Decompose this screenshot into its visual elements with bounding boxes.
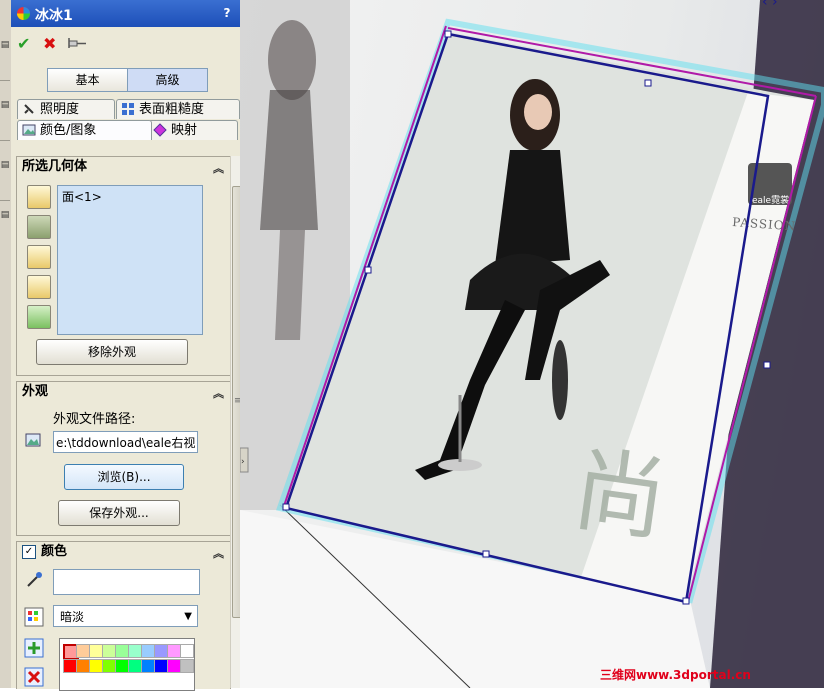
title-bar: 冰冰1 ? xyxy=(11,0,240,27)
color-swatch[interactable] xyxy=(102,644,116,658)
color-swatch[interactable] xyxy=(76,644,90,658)
logo-brand-text: eale霓裳 xyxy=(752,194,789,206)
browse-button[interactable]: 浏览(B)... xyxy=(64,464,184,490)
tab-surface-finish[interactable]: 表面粗糙度 xyxy=(116,99,240,119)
collapse-chevron-icon[interactable]: ︽ xyxy=(213,384,224,404)
remove-color-icon[interactable] xyxy=(24,667,44,687)
watermark: 三维网www.3dportal.cn xyxy=(600,668,751,682)
shade-select-value: 暗淡 xyxy=(60,610,85,624)
kanji-graphic: 尚 xyxy=(567,436,673,555)
lightbulb-icon xyxy=(24,104,34,114)
tab-surface-finish-label: 表面粗糙度 xyxy=(139,102,205,117)
tab-illumination-label: 照明度 xyxy=(40,102,80,117)
property-manager: 冰冰1 ? ✔ ✖ 基本 高级 照明度 表面粗糙度 颜色/图象 映射 所选几何体… xyxy=(11,0,248,691)
mapping-icon xyxy=(153,123,167,137)
image-icon xyxy=(25,433,41,447)
color-swatch[interactable] xyxy=(128,659,142,673)
svg-text:›: › xyxy=(241,457,245,467)
advanced-mode-button[interactable]: 高级 xyxy=(127,68,208,92)
viewport-canvas: eale霓裳 PASSION 尚 ‹ › › xyxy=(240,0,824,688)
appearance-path-label: 外观文件路径: xyxy=(53,412,136,427)
help-button[interactable]: ? xyxy=(220,6,234,20)
appearance-icon xyxy=(17,7,30,20)
svg-text:‹ ›: ‹ › xyxy=(762,0,778,10)
color-swatch[interactable] xyxy=(128,644,142,658)
color-swatch[interactable] xyxy=(76,659,90,673)
ok-button[interactable]: ✔ xyxy=(17,34,30,53)
body-filter-icon[interactable] xyxy=(27,215,51,239)
color-swatch[interactable] xyxy=(167,644,181,658)
palette-icon[interactable] xyxy=(24,607,44,627)
color-swatch[interactable] xyxy=(115,659,129,673)
color-checkbox[interactable]: ✓ xyxy=(22,545,36,559)
side-tab-1[interactable]: ▤ xyxy=(0,40,10,81)
surface-filter-icon[interactable] xyxy=(27,275,51,299)
panel-title: 冰冰1 xyxy=(35,8,73,24)
color-swatch[interactable] xyxy=(63,659,77,673)
selected-geometry-header[interactable]: 所选几何体 ︽ xyxy=(17,157,230,177)
appearance-path-field[interactable]: e:\tddownload\eale右视 xyxy=(53,431,198,453)
image-icon xyxy=(22,124,36,136)
color-value-field[interactable] xyxy=(53,569,200,595)
pin-icon[interactable] xyxy=(67,37,87,49)
save-appearance-button[interactable]: 保存外观... xyxy=(58,500,180,526)
color-swatch[interactable] xyxy=(154,659,168,673)
list-item[interactable]: 面<1> xyxy=(58,186,202,207)
eyedropper-icon[interactable] xyxy=(25,571,43,589)
color-swatch[interactable] xyxy=(141,644,155,658)
tab-illumination[interactable]: 照明度 xyxy=(17,99,115,119)
color-swatch[interactable] xyxy=(167,659,181,673)
appearance-title: 外观 xyxy=(22,384,49,399)
color-swatch[interactable] xyxy=(154,644,168,658)
color-swatch[interactable] xyxy=(89,659,103,673)
shade-select[interactable]: 暗淡 ▼ xyxy=(53,605,198,627)
color-swatch[interactable] xyxy=(102,659,116,673)
color-header[interactable]: ✓ 颜色 ︽ xyxy=(17,542,230,562)
color-swatch[interactable] xyxy=(115,644,129,658)
feature-filter-icon[interactable] xyxy=(27,305,51,329)
remove-appearance-button[interactable]: 移除外观 xyxy=(36,339,188,365)
face-filter-icon[interactable] xyxy=(27,245,51,269)
side-tab-3[interactable]: ▤ xyxy=(0,160,10,201)
color-swatch[interactable] xyxy=(180,644,194,658)
color-title: 颜色 xyxy=(41,544,68,559)
color-swatch[interactable] xyxy=(180,659,194,673)
appearance-group: 外观 ︽ 外观文件路径: e:\tddownload\eale右视 浏览(B).… xyxy=(16,381,231,536)
tab-mapping-label: 映射 xyxy=(171,123,198,138)
appearance-header[interactable]: 外观 ︽ xyxy=(17,382,230,402)
geometry-list[interactable]: 面<1> xyxy=(57,185,203,335)
graphics-viewport[interactable]: eale霓裳 PASSION 尚 ‹ › › xyxy=(240,0,824,688)
tab-mapping[interactable]: 映射 xyxy=(148,120,238,140)
color-swatch-grid[interactable] xyxy=(59,638,195,691)
side-tab-4[interactable]: ▤ xyxy=(0,210,10,290)
part-filter-icon[interactable] xyxy=(27,185,51,209)
collapse-chevron-icon[interactable]: ︽ xyxy=(213,544,224,564)
tab-color-image-label: 颜色/图象 xyxy=(40,123,97,138)
color-group: ✓ 颜色 ︽ 暗淡 ▼ xyxy=(16,541,231,691)
chevron-down-icon[interactable]: ▼ xyxy=(184,606,192,628)
surface-finish-icon xyxy=(122,103,134,115)
cancel-button[interactable]: ✖ xyxy=(43,34,56,53)
collapse-chevron-icon[interactable]: ︽ xyxy=(213,159,224,179)
selected-geometry-title: 所选几何体 xyxy=(22,159,88,174)
basic-mode-button[interactable]: 基本 xyxy=(47,68,128,92)
color-swatch[interactable] xyxy=(141,659,155,673)
tab-color-image[interactable]: 颜色/图象 xyxy=(17,120,152,140)
selected-geometry-group: 所选几何体 ︽ 面<1> 移除外观 xyxy=(16,156,231,376)
add-color-icon[interactable] xyxy=(24,638,44,658)
color-swatch[interactable] xyxy=(89,644,103,658)
side-tab-2[interactable]: ▤ xyxy=(0,100,10,141)
